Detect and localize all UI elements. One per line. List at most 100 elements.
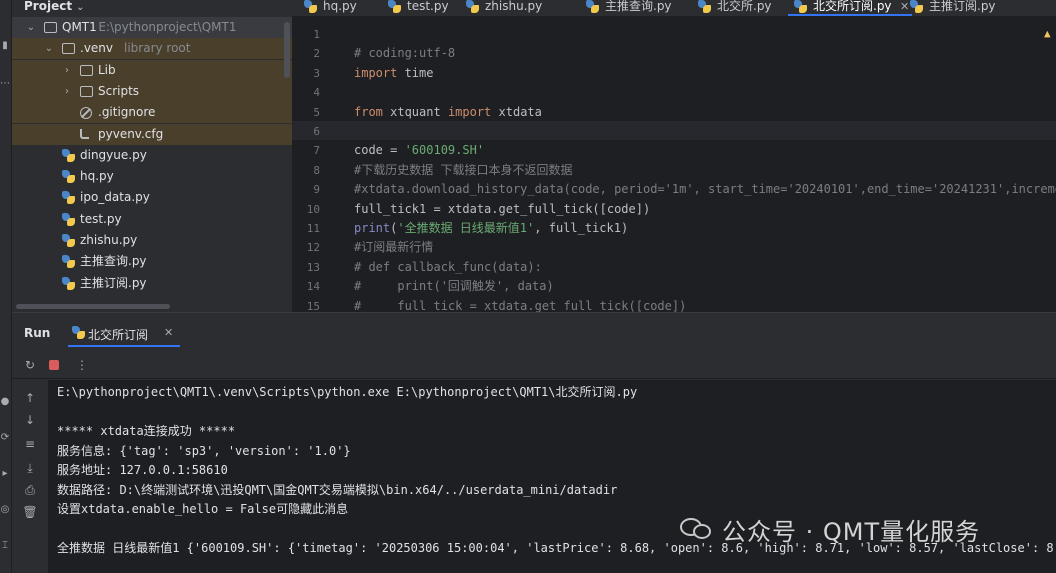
tree-item[interactable]: .gitignore: [12, 102, 292, 124]
chevron-right-icon[interactable]: ›: [62, 60, 72, 81]
tree-item-label: Scripts: [98, 83, 140, 98]
code-token: , full_tick1): [534, 221, 629, 235]
problems-icon[interactable]: ◎: [0, 504, 10, 516]
line-number: 6: [313, 125, 320, 138]
python-file-icon: [62, 255, 76, 269]
python-file-icon: [388, 0, 402, 14]
code-line[interactable]: print('全推数据 日线最新值1', full_tick1): [354, 219, 628, 238]
project-horizontal-scrollbar[interactable]: [16, 304, 170, 309]
warning-icon[interactable]: ▲: [1044, 27, 1051, 40]
tab-4[interactable]: 北交所.py: [698, 0, 794, 16]
tab-2[interactable]: zhishu.py: [466, 0, 562, 16]
tree-item[interactable]: 主推订阅.py: [12, 273, 292, 294]
tab-5[interactable]: 北交所订阅.py ✕: [788, 0, 912, 16]
tab-label: 北交所.py: [717, 0, 772, 13]
line-number: 8: [313, 163, 320, 177]
watermark-text: 公众号 · QMT量化服务: [722, 518, 981, 546]
tree-item[interactable]: hq.py: [12, 166, 292, 187]
tab-label: 主推订阅.py: [929, 0, 996, 13]
arrow-down-icon[interactable]: ↓: [22, 412, 38, 428]
chevron-down-icon[interactable]: ⌄: [26, 17, 36, 38]
tab-6[interactable]: 主推订阅.py: [910, 0, 1006, 16]
code-token: # coding:utf-8: [354, 46, 456, 61]
rerun-icon[interactable]: ↻: [22, 357, 38, 373]
tab-label: 北交所订阅.py: [813, 0, 892, 13]
code-token: '全推数据 日线最新值1': [397, 221, 535, 235]
code-line[interactable]: from xtquant import xtdata: [354, 103, 542, 122]
code-line[interactable]: full_tick1 = xtdata.get_full_tick([code]…: [354, 200, 650, 219]
trash-icon[interactable]: 🗑: [22, 504, 38, 520]
folder-icon: [44, 22, 57, 33]
tab-3[interactable]: 主推查询.py: [586, 0, 682, 16]
tree-item[interactable]: ⌄ .venv library root: [12, 38, 292, 60]
version-control-icon[interactable]: ⌶: [0, 540, 10, 552]
code-line[interactable]: # def callback_func(data):: [354, 258, 542, 277]
code-line[interactable]: #订阅最新行情: [354, 238, 433, 257]
code-line[interactable]: # print('回调触发', data): [354, 277, 554, 296]
more-options-icon[interactable]: ⋮: [74, 357, 90, 373]
line-number: 9: [313, 183, 320, 197]
tab-0[interactable]: hq.py: [304, 0, 400, 16]
structure-icon[interactable]: ▮: [0, 40, 10, 52]
run-header: Run 北交所订阅 ✕: [12, 313, 1056, 351]
line-number: 2: [313, 47, 320, 61]
python-console-icon[interactable]: ●: [0, 396, 10, 408]
project-panel: Project ⌄ ⌄ QMT1 E:\pythonproject\QMT1 ⌄ .ven…: [12, 0, 292, 312]
activity-strip: ▮ ⋯ ● ⟳ ▸ ◎ ⌶: [0, 0, 12, 573]
code-line[interactable]: #xtdata.download_history_data(code, peri…: [354, 180, 1056, 199]
wechat-logo-icon: [680, 514, 714, 542]
run-tab[interactable]: 北交所订阅 ✕: [68, 319, 180, 347]
python-file-icon: [62, 170, 76, 184]
code-token: import: [354, 65, 398, 80]
folder-icon: [80, 85, 93, 97]
services-icon[interactable]: ⟳: [0, 432, 10, 444]
python-file-icon: [62, 148, 76, 163]
tree-item[interactable]: ipo_data.py: [12, 187, 292, 208]
arrow-up-icon[interactable]: ↑: [22, 390, 38, 406]
console-line: ***** xtdata连接成功 *****: [57, 424, 236, 438]
tree-item[interactable]: dingyue.py: [12, 145, 292, 166]
tree-item[interactable]: › Scripts: [12, 80, 292, 102]
tree-item[interactable]: zhishu.py: [12, 230, 292, 251]
code-editor[interactable]: 1 2 3 4 5 6 7 8 9 10 11 12 13 14 15 # coding:utf-8 impo…: [292, 17, 1056, 312]
close-icon[interactable]: ✕: [164, 326, 173, 339]
python-file-icon: [698, 0, 712, 14]
tree-item[interactable]: pyvenv.cfg: [12, 123, 292, 145]
line-number: 1: [313, 28, 320, 41]
ignore-file-icon: [80, 107, 92, 120]
python-file-icon: [910, 0, 924, 14]
close-icon[interactable]: ✕: [900, 0, 909, 13]
chevron-right-icon[interactable]: ›: [62, 81, 72, 102]
tab-label: hq.py: [323, 0, 357, 13]
console-line: E:\pythonproject\QMT1\.venv\Scripts\pyth…: [57, 385, 638, 399]
scroll-to-end-icon[interactable]: ⤓: [22, 460, 38, 476]
tree-item[interactable]: › Lib: [12, 59, 292, 81]
code-token: #下载历史数据 下载接口本身不返回数据: [354, 162, 573, 177]
python-file-icon: [62, 276, 76, 291]
tree-item[interactable]: ⌄ QMT1 E:\pythonproject\QMT1: [12, 17, 292, 38]
code-token: code =: [354, 143, 405, 158]
code-token: xtdata: [491, 104, 542, 119]
project-header[interactable]: Project ⌄: [12, 0, 292, 14]
code-line[interactable]: code = '600109.SH': [354, 141, 484, 160]
tree-item-hint: library root: [124, 41, 191, 56]
stop-icon[interactable]: [46, 357, 62, 373]
tree-item-label: QMT1: [62, 20, 97, 34]
tree-item-label: 主推查询.py: [80, 254, 147, 269]
code-line[interactable]: # full_tick = xtdata.get_full_tick([code…: [354, 297, 686, 312]
terminal-icon[interactable]: ▸: [0, 468, 10, 480]
soft-wrap-icon[interactable]: ≡: [22, 436, 38, 452]
code-line[interactable]: #下载历史数据 下载接口本身不返回数据: [354, 161, 572, 180]
code-line[interactable]: import time: [354, 64, 433, 83]
code-token: # def callback_func(data):: [354, 259, 542, 274]
tree-item-label: zhishu.py: [80, 233, 138, 247]
more-tools-icon[interactable]: ⋯: [0, 78, 10, 90]
tree-item[interactable]: test.py: [12, 209, 292, 230]
project-scrollbar[interactable]: [284, 22, 290, 78]
print-icon[interactable]: ⎙: [22, 482, 38, 498]
python-file-icon: [62, 234, 76, 248]
tree-item[interactable]: 主推查询.py: [12, 251, 292, 272]
run-title: Run: [24, 326, 51, 340]
code-line[interactable]: # coding:utf-8: [354, 44, 455, 63]
chevron-down-icon[interactable]: ⌄: [44, 38, 54, 59]
